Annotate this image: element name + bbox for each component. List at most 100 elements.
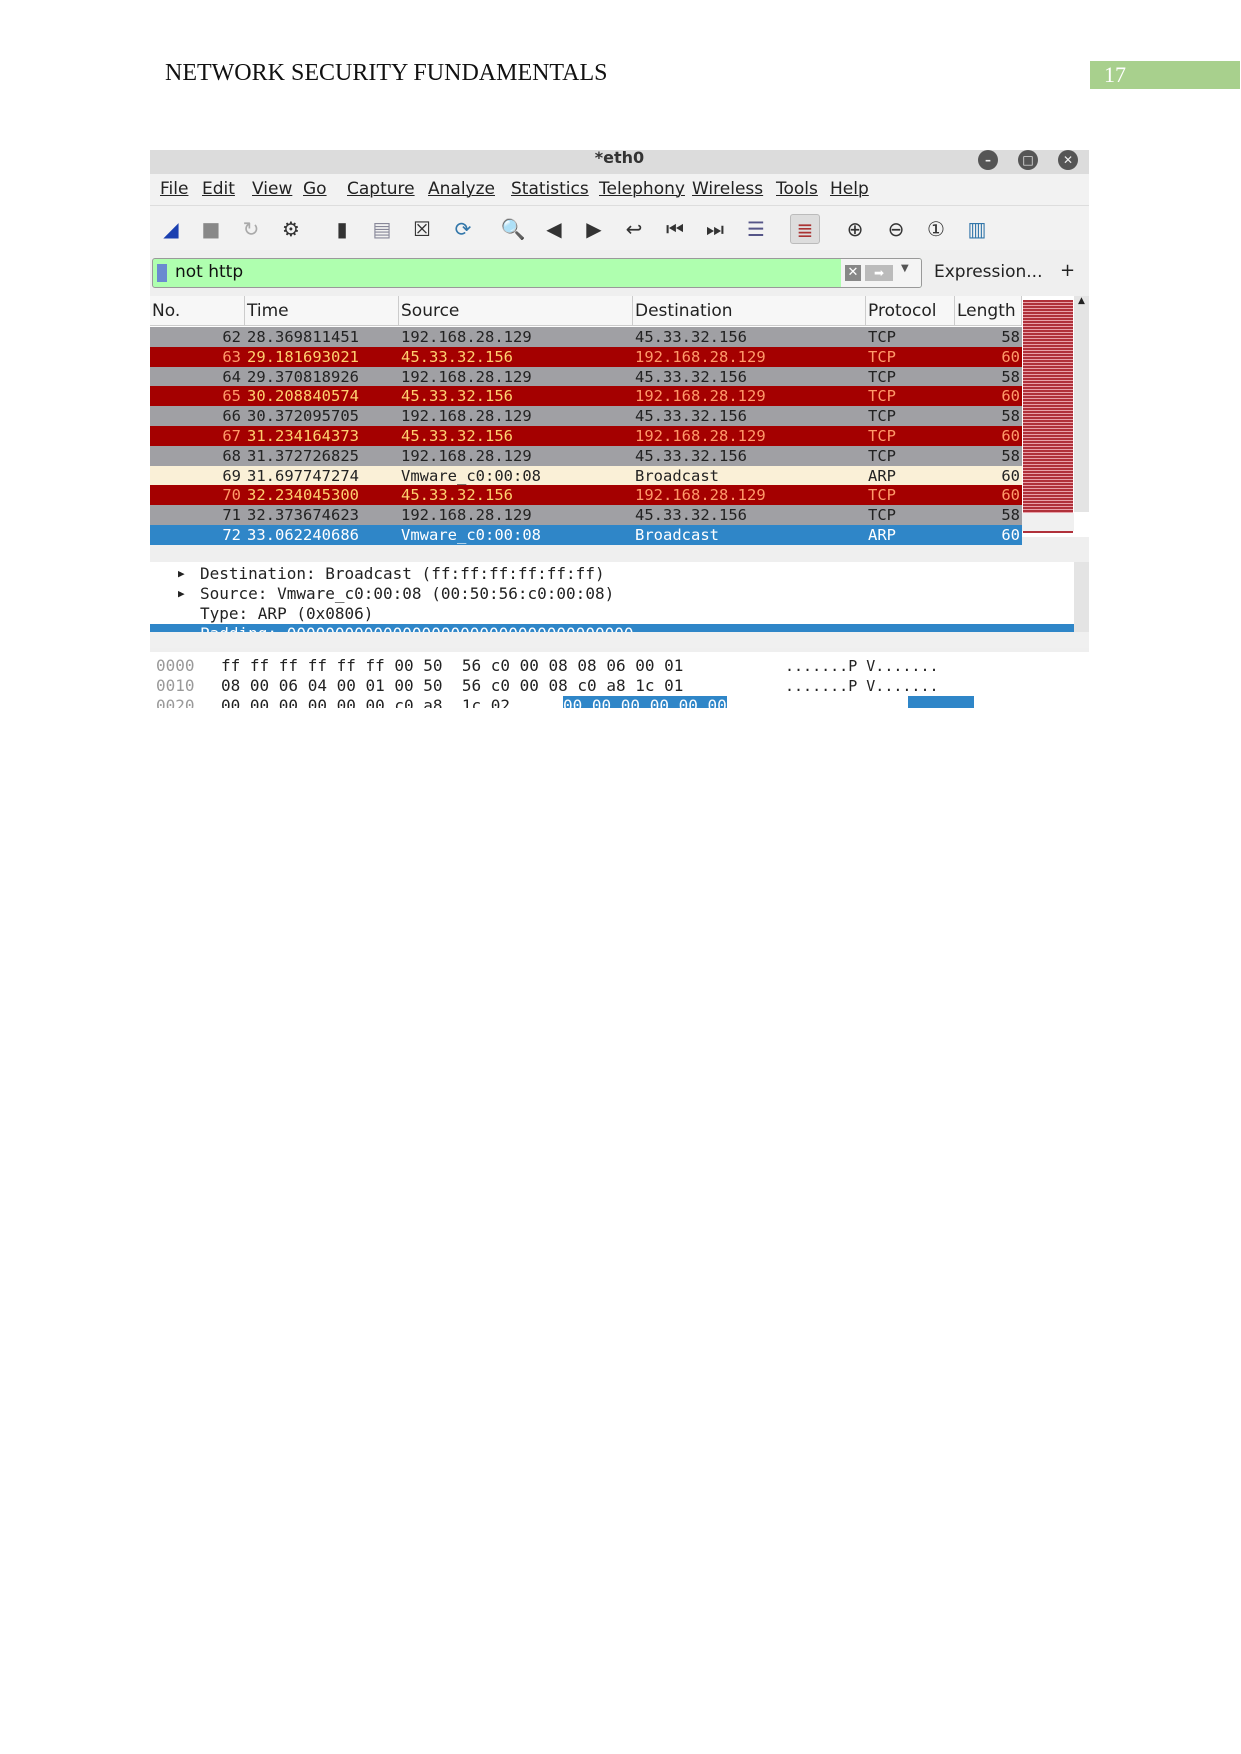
back-arrow-icon[interactable]: ◀ xyxy=(539,214,569,244)
expand-arrow-icon[interactable]: ▶ xyxy=(178,587,185,600)
filter-text[interactable]: not http xyxy=(175,262,243,282)
details-vertical-scrollbar[interactable] xyxy=(1074,562,1089,632)
packet-row[interactable]: 62 28.369811451 192.168.28.129 45.33.32.156… xyxy=(150,327,1022,347)
packet-len: 60 xyxy=(1001,486,1020,505)
shark-fin-start-icon[interactable]: ◢ xyxy=(156,214,186,244)
apply-filter-icon[interactable]: ➡ xyxy=(865,265,893,281)
packet-row[interactable]: 66 30.372095705 192.168.28.129 45.33.32.156… xyxy=(150,406,1022,426)
packet-row[interactable]: 69 31.697747274 Vmware_c0:00:08 Broadcast AR… xyxy=(150,465,1022,486)
reload-icon[interactable]: ⟳ xyxy=(448,214,478,244)
hex-ascii[interactable]: .......P V....... xyxy=(785,656,939,676)
maximize-icon[interactable]: □ xyxy=(1018,150,1038,170)
hex-ascii[interactable]: .......P V....... xyxy=(785,676,939,696)
hex-bytes[interactable]: 00 00 00 00 00 00 c0 a8 1c 02 xyxy=(221,696,520,708)
detail-line[interactable]: Type: ARP (0x0806) xyxy=(150,604,1074,624)
packet-row[interactable]: 63 29.181693021 45.33.32.156 192.168.28.129… xyxy=(150,346,1022,367)
hex-offset: 0000 xyxy=(156,656,195,675)
hex-bytes[interactable]: 08 00 06 04 00 01 00 50 56 c0 00 08 c0 a… xyxy=(221,676,683,696)
packet-dst: 192.168.28.129 xyxy=(635,347,766,366)
packet-list: ▲ No. Time Source Destination Protocol Length… xyxy=(150,296,1089,545)
vertical-scrollbar[interactable]: ▲ xyxy=(1074,296,1089,512)
packet-no: 69 xyxy=(222,466,241,485)
packet-proto: TCP xyxy=(868,347,896,366)
menu-go[interactable]: Go xyxy=(303,179,327,199)
packet-row[interactable]: 70 32.234045300 45.33.32.156 192.168.28.129… xyxy=(150,485,1022,506)
column-header-destination[interactable]: Destination xyxy=(633,296,866,326)
packet-row[interactable]: 72 33.062240686 Vmware_c0:00:08 Broadcast AR… xyxy=(150,525,1022,545)
menu-tools[interactable]: Tools xyxy=(776,179,818,199)
expression-button[interactable]: Expression... xyxy=(934,262,1043,282)
packet-row[interactable]: 68 31.372726825 192.168.28.129 45.33.32.156… xyxy=(150,445,1022,466)
packet-proto: ARP xyxy=(868,466,896,485)
packet-time: 33.062240686 xyxy=(247,526,359,544)
close-icon[interactable]: ✕ xyxy=(1058,150,1078,170)
packet-time: 32.234045300 xyxy=(247,486,359,505)
packet-row[interactable]: 67 31.234164373 45.33.32.156 192.168.28.129… xyxy=(150,426,1022,446)
scroll-up-icon[interactable]: ▲ xyxy=(1074,296,1089,306)
packet-proto: TCP xyxy=(868,446,896,465)
column-header-no[interactable]: No. xyxy=(150,296,245,326)
packet-dst: 192.168.28.129 xyxy=(635,486,766,505)
packet-row[interactable]: 71 32.373674623 192.168.28.129 45.33.32.156… xyxy=(150,505,1022,525)
packet-len: 60 xyxy=(1001,526,1020,544)
colorize-icon[interactable]: ≣ xyxy=(790,214,820,244)
detail-line[interactable]: ▶ Destination: Broadcast (ff:ff:ff:ff:ff:… xyxy=(150,564,1074,584)
packet-row[interactable]: 64 29.370818926 192.168.28.129 45.33.32.156… xyxy=(150,366,1022,387)
packet-no: 72 xyxy=(222,526,241,544)
column-header-source[interactable]: Source xyxy=(399,296,633,326)
hex-bytes[interactable]: ff ff ff ff ff ff 00 50 56 c0 00 08 08 0… xyxy=(221,656,683,676)
packet-row[interactable]: 65 30.208840574 45.33.32.156 192.168.28.129… xyxy=(150,386,1022,407)
packet-src: 192.168.28.129 xyxy=(401,446,532,465)
menu-statistics[interactable]: Statistics xyxy=(511,179,589,199)
expand-arrow-icon[interactable]: ▶ xyxy=(178,567,185,580)
save-file-icon[interactable]: ▤ xyxy=(367,214,397,244)
open-folder-icon[interactable]: ▮ xyxy=(327,214,357,244)
packet-proto: ARP xyxy=(868,526,896,544)
find-icon[interactable]: 🔍 xyxy=(498,214,528,244)
hex-bytes-selected[interactable]: 00 00 00 00 00 00 xyxy=(563,696,727,708)
stop-icon[interactable]: ■ xyxy=(196,214,226,244)
close-file-icon[interactable]: ☒ xyxy=(407,214,437,244)
normal-size-icon[interactable]: ① xyxy=(921,214,951,244)
menu-edit[interactable]: Edit xyxy=(202,179,235,199)
last-packet-icon[interactable]: ⏭ xyxy=(700,214,730,244)
packet-len: 58 xyxy=(1001,407,1020,426)
add-filter-button[interactable]: + xyxy=(1060,260,1075,281)
column-header-time[interactable]: Time xyxy=(245,296,399,326)
packet-dst: 192.168.28.129 xyxy=(635,427,766,445)
packet-time: 31.372726825 xyxy=(247,446,359,465)
detail-text: Destination: Broadcast (ff:ff:ff:ff:ff:f… xyxy=(200,564,605,583)
menu-view[interactable]: View xyxy=(252,179,292,199)
menu-wireless[interactable]: Wireless xyxy=(692,179,763,199)
zoom-out-icon[interactable]: ⊖ xyxy=(881,214,911,244)
hex-dump: 0000 ff ff ff ff ff ff 00 50 56 c0 00 08 … xyxy=(150,652,1089,708)
clear-filter-icon[interactable]: ✕ xyxy=(845,265,861,281)
packet-src: Vmware_c0:00:08 xyxy=(401,526,541,544)
menu-capture[interactable]: Capture xyxy=(347,179,415,199)
zoom-in-icon[interactable]: ⊕ xyxy=(840,214,870,244)
menu-telephony[interactable]: Telephony xyxy=(599,179,685,199)
filter-dropdown-icon[interactable]: ▼ xyxy=(901,263,909,274)
autoscroll-icon[interactable]: ☰ xyxy=(741,214,771,244)
menu-help[interactable]: Help xyxy=(830,179,869,199)
restart-icon[interactable]: ↻ xyxy=(236,214,266,244)
column-header-protocol[interactable]: Protocol xyxy=(866,296,955,326)
resize-columns-icon[interactable]: ▥ xyxy=(962,214,992,244)
detail-line[interactable]: ▶ Source: Vmware_c0:00:08 (00:50:56:c0:00… xyxy=(150,584,1074,604)
packet-proto: TCP xyxy=(868,328,896,346)
bookmark-icon[interactable] xyxy=(157,264,167,282)
column-header-length[interactable]: Length xyxy=(955,296,1022,326)
forward-arrow-icon[interactable]: ▶ xyxy=(579,214,609,244)
wireshark-window: *eth0 – □ ✕ File Edit View Go Capture Analyze… xyxy=(150,150,1089,708)
packet-details: ▶ Destination: Broadcast (ff:ff:ff:ff:ff:… xyxy=(150,562,1089,638)
packet-minimap[interactable] xyxy=(1023,300,1073,533)
menu-file[interactable]: File xyxy=(160,179,188,199)
go-to-packet-icon[interactable]: ↩ xyxy=(619,214,649,244)
details-horizontal-scrollbar[interactable] xyxy=(150,632,1089,648)
options-gear-icon[interactable]: ⚙ xyxy=(276,214,306,244)
packet-src: 192.168.28.129 xyxy=(401,367,532,386)
menu-analyze[interactable]: Analyze xyxy=(428,179,495,199)
first-packet-icon[interactable]: ⏮ xyxy=(660,214,690,244)
display-filter-input[interactable]: not http ✕ ➡ ▼ xyxy=(152,258,922,288)
minimize-icon[interactable]: – xyxy=(978,150,998,170)
